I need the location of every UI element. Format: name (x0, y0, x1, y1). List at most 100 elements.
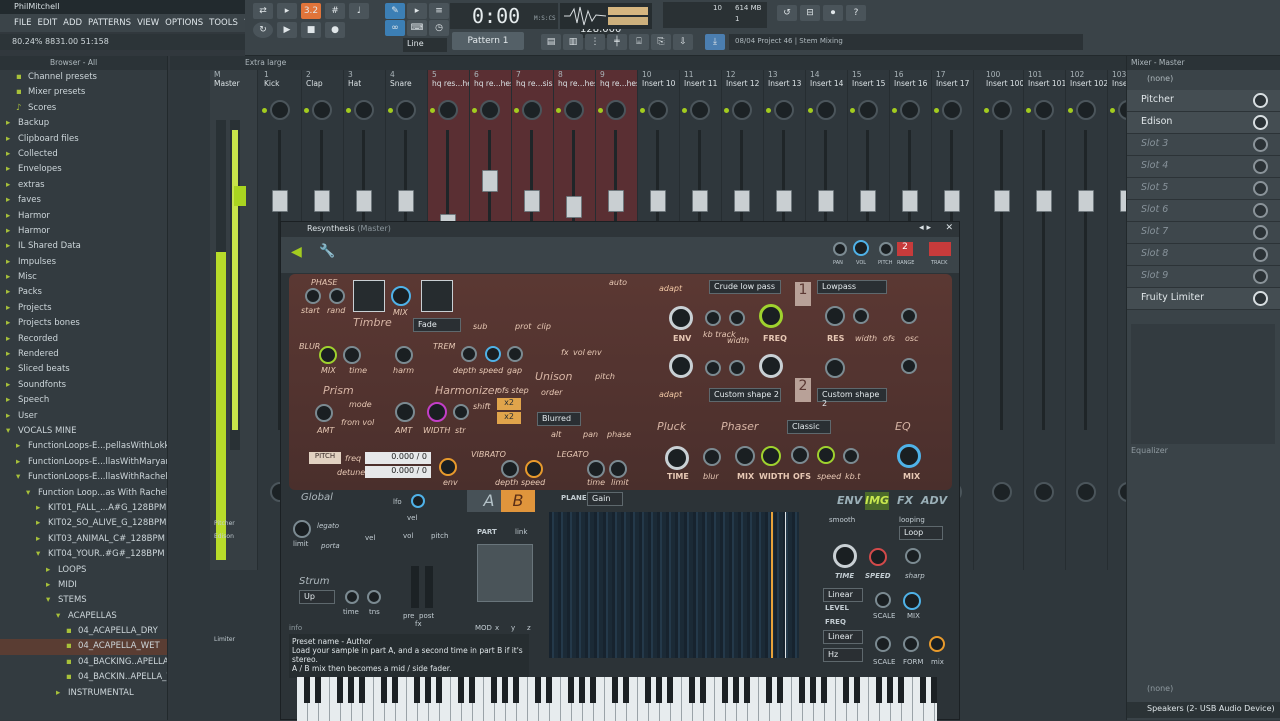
strip-fader[interactable] (776, 190, 792, 212)
time-display[interactable]: 0:00 M:S:CS (450, 3, 558, 29)
pitch-button[interactable]: PITCH (309, 452, 341, 464)
strip-led[interactable] (640, 108, 645, 113)
limit-knob[interactable] (293, 520, 311, 538)
strip-pan-knob[interactable] (312, 100, 332, 120)
legato-time-knob[interactable] (587, 460, 605, 478)
plugin-icon[interactable]: ◀ (291, 244, 302, 260)
freq-mix-knob[interactable] (929, 636, 945, 652)
pitch-knob[interactable] (879, 242, 893, 256)
trem-speed-knob[interactable] (485, 346, 501, 362)
strip-pan-knob[interactable] (858, 100, 878, 120)
black-key[interactable] (700, 677, 706, 703)
save-icon[interactable]: ⊟ (800, 5, 820, 21)
slot-mix-knob[interactable] (1253, 225, 1268, 240)
gap-x2[interactable]: x2 (497, 412, 521, 424)
strip-fader[interactable] (566, 196, 582, 218)
img-time-knob[interactable] (833, 544, 857, 568)
filter-env-knob[interactable] (669, 306, 693, 330)
black-key[interactable] (414, 677, 420, 703)
legato-limit-knob[interactable] (609, 460, 627, 478)
tab-fx[interactable]: FX (893, 492, 917, 510)
browser-item[interactable]: ▸ Clipboard files (0, 132, 167, 147)
menu-item-options[interactable]: OPTIONS (165, 18, 203, 28)
detune-readout[interactable]: 0.000 / 0 (365, 466, 431, 478)
black-key[interactable] (645, 677, 651, 703)
volume-knob[interactable] (853, 240, 869, 256)
menu-item-tools[interactable]: TOOLS (209, 18, 238, 28)
strip-led[interactable] (262, 108, 267, 113)
timbre-mix-knob[interactable] (391, 286, 411, 306)
input-select[interactable]: (none) (1127, 70, 1280, 90)
harmonizer-amt-knob[interactable] (395, 402, 415, 422)
piano-roll-icon[interactable]: ▥ (563, 34, 583, 50)
mixer-strip[interactable]: 100 Insert 100 (982, 70, 1024, 570)
filter2-osc-knob[interactable] (901, 358, 917, 374)
undo-icon[interactable]: ↺ (777, 5, 797, 21)
strip-led[interactable] (766, 108, 771, 113)
strip-led[interactable] (430, 108, 435, 113)
metronome-button[interactable]: ♩ (349, 3, 369, 19)
strip-fader[interactable] (314, 190, 330, 212)
browser-item[interactable]: ▸ Projects (0, 301, 167, 316)
black-key[interactable] (392, 677, 398, 703)
black-key[interactable] (898, 677, 904, 703)
black-key[interactable] (733, 677, 739, 703)
mixer-strip[interactable]: 102 Insert 102 (1066, 70, 1108, 570)
slot-mix-knob[interactable] (1253, 137, 1268, 152)
vibrato-speed-knob[interactable] (525, 460, 543, 478)
strip-pan-knob[interactable] (1076, 100, 1096, 120)
black-key[interactable] (854, 677, 860, 703)
black-key[interactable] (381, 677, 387, 703)
menu-item-add[interactable]: ADD (63, 18, 82, 28)
filter-res-knob[interactable] (825, 306, 845, 326)
phaser-ofs-knob[interactable] (791, 446, 809, 464)
eq-mix-knob[interactable] (897, 444, 921, 468)
pattern-song-toggle[interactable]: ⇄ (253, 3, 273, 19)
strip-pan-knob[interactable] (522, 100, 542, 120)
black-key[interactable] (744, 677, 750, 703)
phaser-speed-knob[interactable] (817, 446, 835, 464)
trem-gap-knob[interactable] (507, 346, 523, 362)
link-icon[interactable]: ∞ (385, 20, 405, 36)
strip-fader[interactable] (818, 190, 834, 212)
mixer-strip[interactable]: 101 Insert 101 (1024, 70, 1066, 570)
black-key[interactable] (766, 677, 772, 703)
strip-pan-knob[interactable] (732, 100, 752, 120)
slot-mix-knob[interactable] (1253, 247, 1268, 262)
phaser-mode-select[interactable]: Classic (787, 420, 831, 434)
black-key[interactable] (535, 677, 541, 703)
black-key[interactable] (843, 677, 849, 703)
snap-button[interactable]: # (325, 3, 345, 19)
mixer-icon[interactable]: ╪ (607, 34, 627, 50)
strip-fader[interactable] (608, 190, 624, 212)
plugin-title-bar[interactable]: Resynthesis (Master) ✕ ◂ ▸ (281, 222, 959, 237)
menu-item-edit[interactable]: EDIT (38, 18, 58, 28)
black-key[interactable] (920, 677, 926, 703)
browser-item[interactable]: ▸ FunctionLoops-E...pellasWithLokka (0, 439, 167, 454)
filter-width-knob[interactable] (729, 310, 745, 326)
browser-item[interactable]: ▸ faves (0, 193, 167, 208)
news-hint-bar[interactable]: 08/04 Project 46 | Stem Mixing (729, 34, 1083, 50)
strip-led[interactable] (346, 108, 351, 113)
black-key[interactable] (821, 677, 827, 703)
filter2-env-knob[interactable] (669, 354, 693, 378)
freq-form-knob[interactable] (903, 636, 919, 652)
strip-fader[interactable] (734, 190, 750, 212)
pluck-time-knob[interactable] (665, 446, 689, 470)
black-key[interactable] (590, 677, 596, 703)
black-key[interactable] (777, 677, 783, 703)
browser-item[interactable]: ▸ INSTRUMENTAL (0, 686, 167, 701)
browser-item[interactable]: ▸ Sliced beats (0, 362, 167, 377)
black-key[interactable] (304, 677, 310, 703)
browser-item[interactable]: ▸ Envelopes (0, 162, 167, 177)
piano-keyboard[interactable] (297, 677, 937, 721)
timbre-b-display[interactable] (421, 280, 453, 312)
strip-fader[interactable] (994, 190, 1010, 212)
slot-mix-knob[interactable] (1253, 203, 1268, 218)
kb-track-2-knob[interactable] (705, 360, 721, 376)
stop-button[interactable]: ■ (301, 22, 321, 38)
browser-item[interactable]: ♪ Scores (0, 101, 167, 116)
strip-fader[interactable] (1078, 190, 1094, 212)
effect-slot[interactable]: Slot 9 (1127, 266, 1280, 288)
black-key[interactable] (359, 677, 365, 703)
